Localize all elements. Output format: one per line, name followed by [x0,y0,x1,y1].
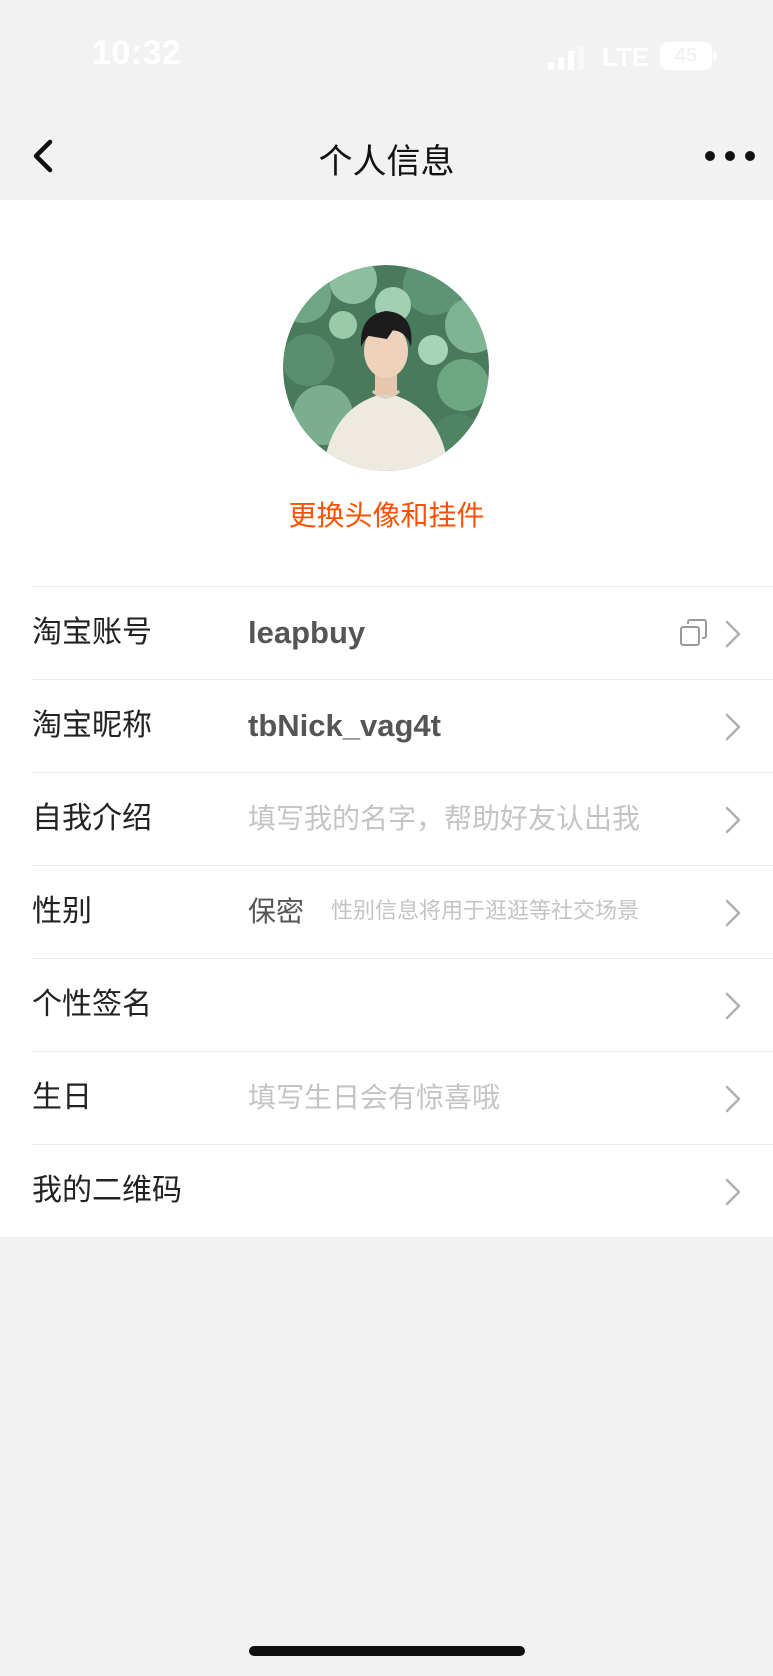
more-dots-icon[interactable] [704,138,756,174]
copy-icon[interactable] [679,618,709,648]
profile-info-list: 淘宝账号 leapbuy 淘宝昵称 tbNick_vag4t 自我介绍 填写我的… [0,586,773,1237]
row-label-account: 淘宝账号 [32,615,152,650]
chevron-right-icon [725,1178,741,1206]
row-birthday[interactable]: 生日 填写生日会有惊喜哦 [31,1051,773,1144]
gender-value: 保密 [248,895,305,928]
row-qrcode[interactable]: 我的二维码 [31,1144,773,1237]
birthday-placeholder: 填写生日会有惊喜哦 [248,1081,501,1114]
row-signature[interactable]: 个性签名 [31,958,773,1051]
chevron-right-icon [725,899,741,927]
network-label: LTE [602,42,650,72]
signal-icon [548,46,584,70]
row-gender[interactable]: 性别 保密 性别信息将用于逛逛等社交场景 [31,865,773,958]
row-account[interactable]: 淘宝账号 leapbuy [31,586,773,679]
account-value: leapbuy [248,615,366,650]
battery-level: 45 [674,45,698,67]
chevron-right-icon [725,620,741,648]
status-time: 10:32 [92,34,182,72]
nickname-value: tbNick_vag4t [248,708,441,743]
row-label-nickname: 淘宝昵称 [32,708,152,743]
row-intro[interactable]: 自我介绍 填写我的名字，帮助好友认出我 [31,772,773,865]
home-indicator[interactable] [249,1646,525,1656]
chevron-right-icon [725,1085,741,1113]
row-label-intro: 自我介绍 [32,801,152,836]
chevron-right-icon [725,992,741,1020]
chevron-right-icon [725,806,741,834]
profile-card: 更换头像和挂件 淘宝账号 leapbuy 淘宝昵称 tbNick_vag4t 自… [0,200,773,1237]
page-title: 个人信息 [318,142,455,182]
gender-hint: 性别信息将用于逛逛等社交场景 [331,899,640,924]
chevron-right-icon [725,713,741,741]
change-avatar-button[interactable]: 更换头像和挂件 [0,494,773,534]
row-label-signature: 个性签名 [32,987,152,1022]
row-label-gender: 性别 [32,894,92,929]
intro-placeholder: 填写我的名字，帮助好友认出我 [248,802,641,835]
row-label-qrcode: 我的二维码 [32,1173,182,1208]
nav-bar: 个人信息 [0,110,773,200]
battery-icon: 45 [660,42,718,70]
row-nickname[interactable]: 淘宝昵称 tbNick_vag4t [31,679,773,772]
avatar[interactable] [283,265,489,471]
status-bar: 10:32 LTE 45 [0,0,773,110]
row-label-birthday: 生日 [32,1080,92,1115]
